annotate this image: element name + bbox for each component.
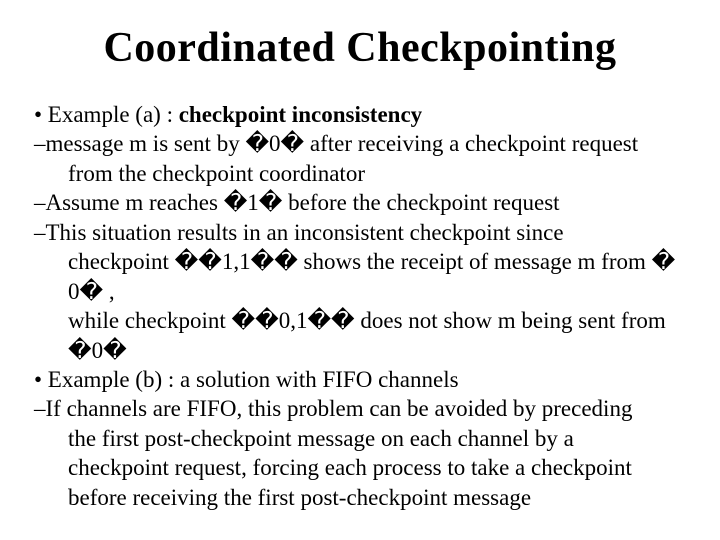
bullet-situation: –This situation results in an inconsiste… [34, 218, 686, 247]
bullet-example-a: • Example (a) : checkpoint inconsistency [34, 100, 686, 129]
placeholder-icon: � [224, 188, 248, 217]
text: 1 [247, 190, 259, 215]
placeholder-icon: � [307, 306, 331, 335]
placeholder-icon: � [331, 306, 355, 335]
text: , [103, 279, 115, 304]
placeholder-icon: � [175, 247, 199, 276]
text: 0,1 [279, 308, 308, 333]
text: shows the receipt of message m from [298, 249, 652, 274]
continuation: from the checkpoint coordinator [34, 159, 686, 188]
text: checkpoint [68, 249, 175, 274]
bullet-msg-sent: –message m is sent by �0� after receivin… [34, 129, 686, 158]
text-bold: checkpoint inconsistency [179, 102, 422, 127]
text: 0 [92, 338, 104, 363]
continuation: while checkpoint ��0,1�� does not show m… [34, 306, 686, 365]
placeholder-icon: � [80, 277, 104, 306]
placeholder-icon: � [255, 306, 279, 335]
text: does not show m being sent from [355, 308, 666, 333]
slide-body: • Example (a) : checkpoint inconsistency… [34, 100, 686, 512]
continuation: the first post-checkpoint message on eac… [34, 424, 686, 453]
text: 1,1 [222, 249, 251, 274]
text: before the checkpoint request [282, 190, 559, 215]
text: while checkpoint [68, 308, 232, 333]
placeholder-icon: � [103, 336, 127, 365]
placeholder-icon: � [198, 247, 222, 276]
placeholder-icon: � [259, 188, 283, 217]
placeholder-icon: � [652, 247, 676, 276]
placeholder-icon: � [274, 247, 298, 276]
text: –message m is sent by [34, 131, 245, 156]
placeholder-icon: � [281, 129, 305, 158]
text: after receiving a checkpoint request [304, 131, 638, 156]
continuation: before receiving the first post-checkpoi… [34, 483, 686, 512]
slide-title: Coordinated Checkpointing [34, 24, 686, 72]
text: • Example (a) : [34, 102, 179, 127]
slide: Coordinated Checkpointing • Example (a) … [0, 0, 720, 540]
bullet-fifo: –If channels are FIFO, this problem can … [34, 394, 686, 423]
text: 0 [68, 279, 80, 304]
continuation: checkpoint request, forcing each process… [34, 453, 686, 482]
continuation: checkpoint ��1,1�� shows the receipt of … [34, 247, 686, 306]
text: –Assume m reaches [34, 190, 224, 215]
placeholder-icon: � [251, 247, 275, 276]
text: 0 [269, 131, 281, 156]
placeholder-icon: � [68, 336, 92, 365]
bullet-example-b: • Example (b) : a solution with FIFO cha… [34, 365, 686, 394]
placeholder-icon: � [232, 306, 256, 335]
placeholder-icon: � [245, 129, 269, 158]
bullet-assume: –Assume m reaches �1� before the checkpo… [34, 188, 686, 217]
